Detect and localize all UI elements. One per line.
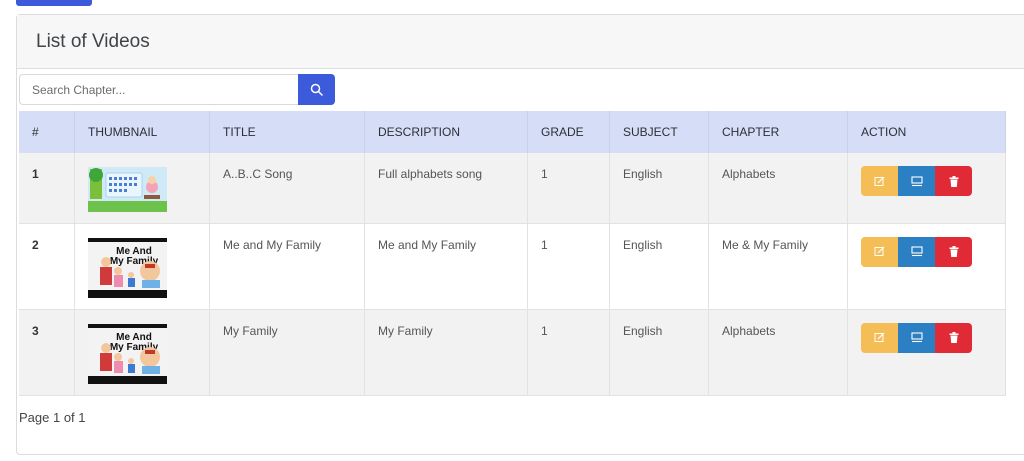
- column-header-grade: GRADE: [527, 111, 610, 153]
- action-buttons: [861, 166, 1005, 196]
- search-icon: [310, 83, 323, 96]
- column-header-description: DESCRIPTION: [364, 111, 528, 153]
- action-cell: [847, 153, 1006, 223]
- edit-icon: [874, 332, 885, 342]
- edit-button[interactable]: [861, 166, 898, 196]
- subject-cell: English: [609, 223, 709, 309]
- videos-table: # THUMBNAIL TITLE DESCRIPTION GRADE SUBJ…: [19, 111, 1006, 396]
- pagination-text: Page 1 of 1: [19, 410, 86, 425]
- monitor-icon: [910, 175, 923, 186]
- trash-icon: [949, 246, 958, 257]
- monitor-icon: [910, 332, 923, 343]
- grade-cell: 1: [527, 223, 610, 309]
- chapter-cell: Alphabets: [708, 153, 848, 223]
- chapter-cell: Me & My Family: [708, 223, 848, 309]
- column-header-action: ACTION: [847, 111, 1006, 153]
- delete-button[interactable]: [935, 166, 972, 196]
- page-title: List of Videos: [36, 30, 150, 52]
- row-number: 3: [19, 309, 75, 395]
- delete-button[interactable]: [935, 322, 972, 353]
- description-cell: My Family: [364, 309, 528, 395]
- row-number: 2: [19, 223, 75, 309]
- table-row: 2 Me And My Family Me and My Family Me a…: [19, 223, 1006, 309]
- trash-icon: [949, 175, 958, 187]
- column-header-chapter: CHAPTER: [708, 111, 848, 153]
- search-button[interactable]: [298, 74, 335, 105]
- view-button[interactable]: [898, 166, 935, 196]
- delete-button[interactable]: [935, 236, 972, 267]
- thumbnail-cell: [74, 153, 210, 223]
- grade-cell: 1: [527, 153, 610, 223]
- description-cell: Full alphabets song: [364, 153, 528, 223]
- title-cell: My Family: [209, 309, 365, 395]
- column-header-subject: SUBJECT: [609, 111, 709, 153]
- action-cell: [847, 309, 1006, 395]
- grade-cell: 1: [527, 309, 610, 395]
- table-header-row: # THUMBNAIL TITLE DESCRIPTION GRADE SUBJ…: [19, 111, 1006, 153]
- chapter-cell: Alphabets: [708, 309, 848, 395]
- monitor-icon: [910, 246, 923, 257]
- trash-icon: [949, 332, 958, 343]
- thumbnail-cell: Me And My Family: [74, 309, 210, 395]
- top-action-button[interactable]: [16, 0, 92, 6]
- column-header-number: #: [19, 111, 75, 153]
- video-thumbnail[interactable]: Me And My Family: [88, 323, 167, 384]
- edit-button[interactable]: [861, 236, 898, 267]
- row-number: 1: [19, 153, 75, 223]
- video-thumbnail[interactable]: [88, 167, 167, 212]
- action-buttons: [861, 236, 1005, 267]
- view-button[interactable]: [898, 322, 935, 353]
- search-input[interactable]: [19, 74, 298, 105]
- search-bar: [19, 74, 335, 105]
- view-button[interactable]: [898, 236, 935, 267]
- subject-cell: English: [609, 309, 709, 395]
- card-header: List of Videos: [17, 15, 1024, 69]
- title-cell: Me and My Family: [209, 223, 365, 309]
- column-header-thumbnail: THUMBNAIL: [74, 111, 210, 153]
- thumbnail-cell: Me And My Family: [74, 223, 210, 309]
- action-buttons: [861, 322, 1005, 353]
- title-cell: A..B..C Song: [209, 153, 365, 223]
- description-cell: Me and My Family: [364, 223, 528, 309]
- edit-icon: [874, 176, 885, 186]
- column-header-title: TITLE: [209, 111, 365, 153]
- table-row: 1 A..B..C Song Full alphabets song 1 Eng…: [19, 153, 1006, 223]
- video-thumbnail[interactable]: Me And My Family: [88, 237, 167, 298]
- action-cell: [847, 223, 1006, 309]
- table-row: 3 Me And My Family My Family My Family 1…: [19, 309, 1006, 395]
- subject-cell: English: [609, 153, 709, 223]
- edit-button[interactable]: [861, 322, 898, 353]
- edit-icon: [874, 246, 885, 256]
